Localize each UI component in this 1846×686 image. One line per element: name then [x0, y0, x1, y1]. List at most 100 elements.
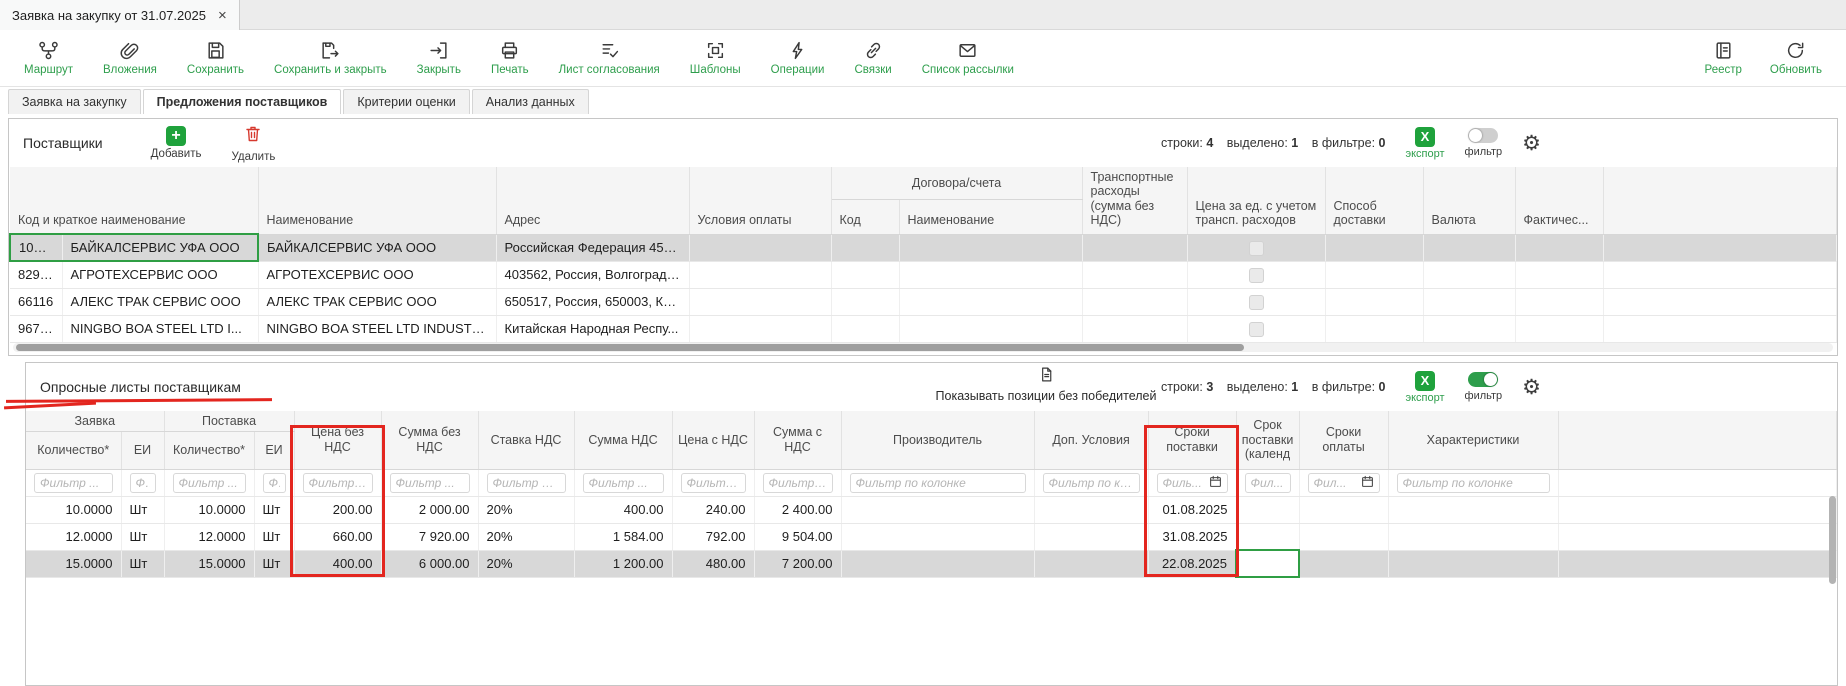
filter-input[interactable]: Фил... [1308, 473, 1380, 493]
filter-input[interactable]: Фильтр ... [583, 473, 664, 493]
filter-input[interactable]: Фильтр по кол... [1043, 473, 1140, 493]
questionnaires-stats: строки: 3 выделено: 1 в фильтре: 0 [1161, 380, 1385, 394]
calendar-icon[interactable] [1209, 475, 1222, 491]
show-positions-without-winners[interactable]: Показывать позиции без победителей [921, 366, 1171, 403]
horizontal-scrollbar-thumb[interactable] [16, 344, 1244, 351]
tab-2[interactable]: Предложения поставщиков [143, 89, 342, 114]
toolbar-links-button[interactable]: Связки [854, 40, 891, 76]
col-address[interactable]: Адрес [496, 167, 689, 234]
filter-input[interactable]: Фильтр по колонке [850, 473, 1026, 493]
column-header[interactable]: Сумма с НДС [754, 411, 841, 469]
row-checkbox[interactable] [1249, 322, 1264, 337]
questionnaire-row[interactable]: 15.0000Шт15.0000Шт400.006 000.0020%1 200… [26, 550, 1837, 577]
column-header[interactable]: ЕИ [254, 431, 294, 469]
suppliers-table: Код и краткое наименование Наименование … [9, 167, 1837, 343]
row-checkbox[interactable] [1249, 241, 1264, 256]
column-header[interactable]: Количество* [26, 431, 121, 469]
questionnaires-filter-toggle[interactable] [1468, 372, 1498, 387]
toolbar-refresh-button[interactable]: Обновить [1770, 40, 1822, 76]
row-checkbox[interactable] [1249, 295, 1264, 310]
col-code-short-name[interactable]: Код и краткое наименование [10, 167, 258, 234]
questionnaire-row[interactable]: 12.0000Шт12.0000Шт660.007 920.0020%1 584… [26, 523, 1837, 550]
filter-input[interactable]: Фильтр ... [763, 473, 833, 493]
column-header[interactable]: Сумма НДС [574, 411, 672, 469]
col-contract-code[interactable]: Код [831, 199, 899, 234]
page-tabs: Заявка на закупкуПредложения поставщиков… [8, 88, 1838, 114]
toolbar-attachments-button[interactable]: Вложения [103, 40, 157, 76]
column-header[interactable]: Цена без НДС [294, 411, 381, 469]
window-tab[interactable]: Заявка на закупку от 31.07.2025 × [0, 0, 240, 30]
column-header[interactable]: Характеристики [1388, 411, 1558, 469]
questionnaires-export-button[interactable]: X экспорт [1405, 371, 1444, 404]
filter-input[interactable]: Фильтр ... [390, 473, 470, 493]
column-header[interactable]: Сумма без НДС [381, 411, 478, 469]
toolbar-operations-button[interactable]: Операции [771, 40, 825, 76]
toolbar-templates-button[interactable]: Шаблоны [690, 40, 741, 76]
filter-input[interactable]: Фильтр ... [34, 473, 113, 493]
supplier-row[interactable]: 96746NINGBO BOA STEEL LTD I...NINGBO BOA… [10, 315, 1837, 342]
toolbar-print-button[interactable]: Печать [491, 40, 529, 76]
column-header[interactable]: Количество* [164, 431, 254, 469]
tab-4[interactable]: Анализ данных [472, 89, 589, 114]
supplier-row[interactable]: 82942АГРОТЕХСЕРВИС ОООАГРОТЕХСЕРВИС ООО4… [10, 261, 1837, 288]
filter-input[interactable]: Фильтр по ко... [487, 473, 566, 493]
toolbar-save_close-button[interactable]: Сохранить и закрыть [274, 40, 387, 76]
vertical-scrollbar-thumb[interactable] [1829, 496, 1836, 584]
column-header[interactable]: Срок поставки (календ [1236, 411, 1299, 469]
filter-input[interactable]: Фильтр ... [173, 473, 246, 493]
attachments-icon [119, 40, 140, 61]
toolbar-attachments-label: Вложения [103, 64, 157, 76]
suppliers-filter-toggle[interactable] [1468, 128, 1498, 143]
toolbar-close-button[interactable]: Закрыть [417, 40, 461, 76]
tab-1[interactable]: Заявка на закупку [8, 89, 141, 114]
filter-input[interactable]: Фил... [1245, 473, 1291, 493]
questionnaires-settings-gear-icon[interactable]: ⚙ [1522, 377, 1541, 398]
row-checkbox[interactable] [1249, 268, 1264, 283]
column-header[interactable]: Доп. Условия [1034, 411, 1148, 469]
questionnaire-row[interactable]: 10.0000Шт10.0000Шт200.002 000.0020%400.0… [26, 496, 1837, 523]
toolbar-approval-button[interactable]: Лист согласования [559, 40, 660, 76]
filter-input[interactable]: Фильтр ... [681, 473, 746, 493]
window-tab-title: Заявка на закупку от 31.07.2025 [12, 8, 206, 23]
print-icon [499, 40, 520, 61]
toolbar-mailing-button[interactable]: Список рассылки [922, 40, 1014, 76]
column-header[interactable]: ЕИ [121, 431, 164, 469]
supplier-row[interactable]: 66116АЛЕКС ТРАК СЕРВИС ОООАЛЕКС ТРАК СЕР… [10, 288, 1837, 315]
col-actual[interactable]: Фактичес... [1515, 167, 1603, 234]
calendar-icon[interactable] [1361, 475, 1374, 491]
filter-placeholder: Фильтр ... [309, 476, 367, 490]
col-unit-price-transport[interactable]: Цена за ед. с учетом трансп. расходов [1187, 167, 1325, 234]
col-transport-costs[interactable]: Транспортные расходы (сумма без НДС) [1082, 167, 1187, 234]
filter-input[interactable]: Фил... [130, 473, 156, 493]
column-header[interactable]: Цена с НДС [672, 411, 754, 469]
col-delivery-method[interactable]: Способ доставки [1325, 167, 1423, 234]
filter-placeholder: Фил... [136, 476, 150, 490]
filter-input[interactable]: Фил... [263, 473, 286, 493]
suppliers-settings-gear-icon[interactable]: ⚙ [1522, 133, 1541, 154]
col-filler [1558, 411, 1836, 469]
filter-input[interactable]: Фильтр ... [303, 473, 373, 493]
filter-input[interactable]: Фильтр по колонке [1397, 473, 1550, 493]
col-payment-terms[interactable]: Условия оплаты [689, 167, 831, 234]
toolbar-save-button[interactable]: Сохранить [187, 40, 244, 76]
column-header[interactable]: Сроки оплаты [1299, 411, 1388, 469]
toolbar-route-button[interactable]: Маршрут [24, 40, 73, 76]
column-header[interactable]: Производитель [841, 411, 1034, 469]
filter-input[interactable]: Филь... [1157, 473, 1228, 493]
col-contract-name[interactable]: Наименование [899, 199, 1082, 234]
suppliers-export-button[interactable]: X экспорт [1405, 127, 1444, 160]
delete-supplier-button[interactable]: Удалить [231, 124, 275, 163]
add-supplier-button[interactable]: + Добавить [151, 126, 202, 160]
supplier-row[interactable]: 103317БАЙКАЛСЕРВИС УФА ОООБАЙКАЛСЕРВИС У… [10, 234, 1837, 261]
column-header[interactable]: Сроки поставки [1148, 411, 1236, 469]
tab-3[interactable]: Критерии оценки [343, 89, 469, 114]
main-toolbar: Маршрут Вложения Сохранить Сохранить и закр… [0, 30, 1846, 87]
save_close-icon [320, 40, 341, 61]
questionnaires-filter-control: фильтр [1465, 372, 1503, 402]
toolbar-registry-button[interactable]: Реестр [1705, 40, 1742, 76]
filter-placeholder: Фил... [1251, 476, 1284, 490]
column-header[interactable]: Ставка НДС [478, 411, 574, 469]
col-currency[interactable]: Валюта [1423, 167, 1515, 234]
close-tab-icon[interactable]: × [218, 8, 227, 23]
col-name[interactable]: Наименование [258, 167, 496, 234]
